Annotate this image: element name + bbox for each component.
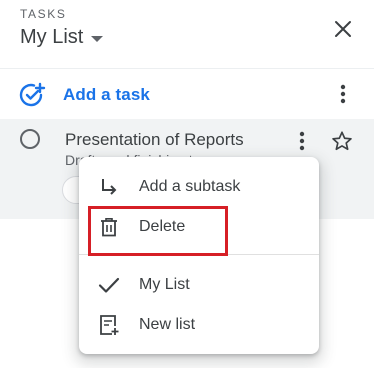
star-icon xyxy=(332,131,352,151)
menu-item-label: Add a subtask xyxy=(139,178,241,195)
close-button[interactable] xyxy=(329,15,357,43)
star-button[interactable] xyxy=(330,129,354,153)
add-task-icon xyxy=(19,82,46,107)
delete-highlight-box xyxy=(88,206,228,256)
task-title[interactable]: Presentation of Reports xyxy=(65,130,244,150)
caret-down-icon xyxy=(91,36,104,42)
task-options-button[interactable] xyxy=(290,129,314,153)
task-complete-checkbox[interactable] xyxy=(20,129,40,149)
panel-eyebrow: TASKS xyxy=(20,7,67,21)
more-vert-icon xyxy=(299,131,305,151)
menu-item-my-list[interactable]: My List xyxy=(79,266,319,304)
add-task-label: Add a task xyxy=(63,85,150,104)
list-name: My List xyxy=(20,26,84,48)
menu-item-new-list[interactable]: New list xyxy=(79,306,319,344)
more-vert-icon xyxy=(340,84,346,104)
list-switcher[interactable]: My List xyxy=(20,26,104,49)
menu-item-label: My List xyxy=(139,276,190,293)
list-options-button[interactable] xyxy=(331,82,355,106)
new-list-icon xyxy=(97,313,121,337)
close-icon xyxy=(335,21,351,37)
menu-item-add-subtask[interactable]: Add a subtask xyxy=(79,168,319,206)
menu-item-label: New list xyxy=(139,316,196,333)
add-task-button[interactable]: Add a task xyxy=(18,81,150,109)
tasks-panel-header: TASKS My List xyxy=(0,0,374,68)
check-icon xyxy=(97,273,121,297)
subtask-arrow-icon xyxy=(97,175,121,199)
add-task-row: Add a task xyxy=(0,69,374,119)
